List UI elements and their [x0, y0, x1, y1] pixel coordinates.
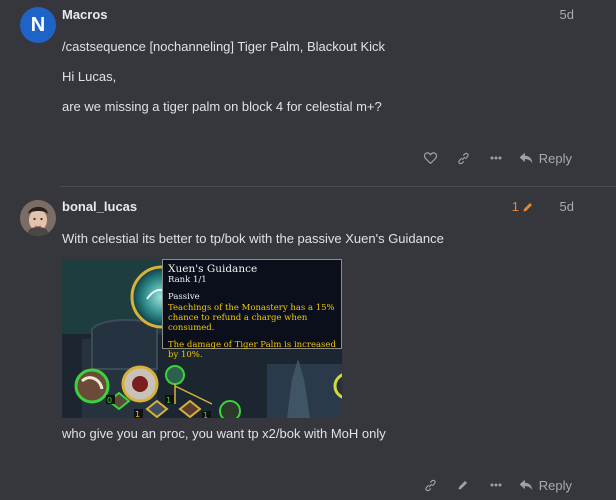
- edit-button[interactable]: [447, 474, 480, 496]
- tooltip-title: Xuen's Guidance: [168, 263, 258, 275]
- avatar-letter: N: [30, 13, 46, 36]
- post-date[interactable]: 5d: [560, 199, 574, 214]
- reply-button[interactable]: Reply: [513, 151, 572, 166]
- rank-badge-2: 1: [166, 396, 171, 405]
- link-icon: [458, 152, 469, 164]
- avatar[interactable]: N: [20, 7, 56, 43]
- more-icon: [490, 156, 502, 160]
- more-icon: [490, 483, 502, 487]
- tooltip-type: Passive: [168, 292, 200, 302]
- username[interactable]: Macros: [62, 7, 108, 22]
- share-link-button[interactable]: [414, 474, 447, 496]
- more-button[interactable]: [480, 474, 513, 496]
- rank-badge-4: 1: [203, 411, 208, 418]
- more-button[interactable]: [480, 147, 513, 169]
- post-line-1: /castsequence [nochanneling] Tiger Palm,…: [62, 39, 386, 54]
- avatar[interactable]: [20, 200, 56, 236]
- post-line-3: are we missing a tiger palm on block 4 f…: [62, 99, 382, 114]
- rank-badge-3: 1: [135, 410, 140, 418]
- reply-icon: [519, 152, 533, 164]
- pencil-icon: [523, 202, 532, 211]
- heart-icon: [423, 152, 437, 164]
- rank-badge-1: 0: [107, 396, 112, 405]
- avatar-portrait: [20, 200, 56, 236]
- share-link-button[interactable]: [447, 147, 480, 169]
- reply-icon: [519, 479, 533, 491]
- post-bonal-lucas: bonal_lucas 1 5d With celestial its bett…: [0, 187, 616, 500]
- tooltip-desc-1: Teachings of the Monastery has a 15% cha…: [168, 303, 335, 333]
- edit-history-button[interactable]: 1: [512, 199, 534, 214]
- reply-button[interactable]: Reply: [513, 478, 572, 493]
- username[interactable]: bonal_lucas: [62, 199, 137, 214]
- post-line-1: With celestial its better to tp/bok with…: [62, 231, 444, 246]
- reply-label: Reply: [538, 150, 572, 166]
- reply-label: Reply: [538, 477, 572, 493]
- tooltip-desc-2: The damage of Tiger Palm is increased by…: [168, 340, 336, 360]
- pencil-icon: [458, 481, 468, 490]
- tooltip-rank: Rank 1/1: [168, 275, 207, 285]
- like-button[interactable]: [414, 147, 447, 169]
- post-actions: Reply: [414, 147, 572, 169]
- post-actions: Reply: [414, 474, 572, 496]
- talent-tooltip: Xuen's Guidance Rank 1/1 Passive Teachin…: [162, 259, 342, 360]
- post-macros: N Macros 5d /castsequence [nochanneling]…: [0, 0, 616, 186]
- edit-count: 1: [511, 199, 519, 214]
- post-line-2: Hi Lucas,: [62, 69, 117, 84]
- post-line-2: who give you an proc, you want tp x2/bok…: [62, 426, 386, 441]
- post-date[interactable]: 5d: [560, 7, 574, 22]
- link-icon: [425, 479, 436, 491]
